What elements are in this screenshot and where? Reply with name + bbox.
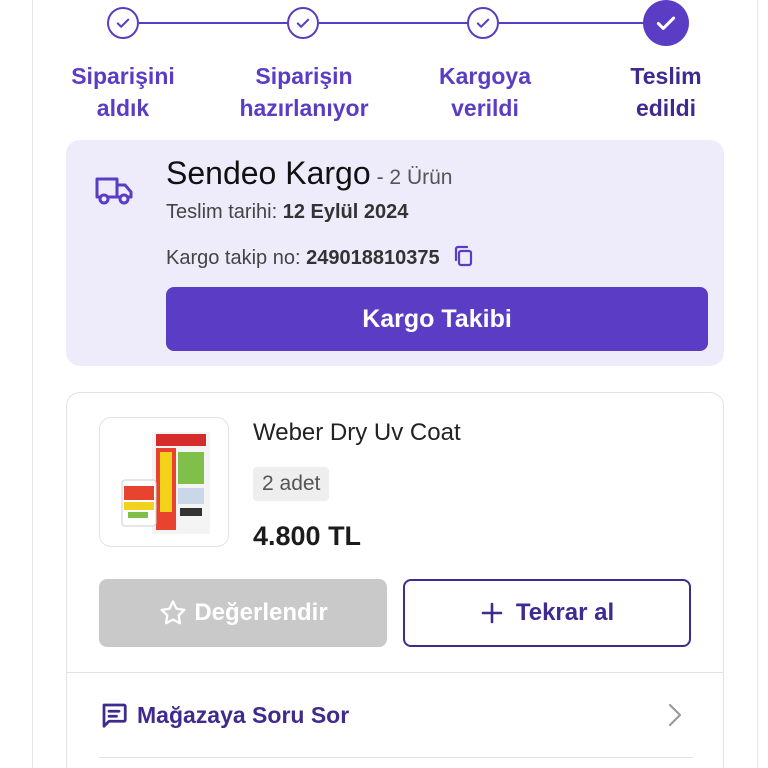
carrier-label: Sendeo Kargo [166, 155, 371, 191]
step-label-line: Siparişin [255, 63, 353, 89]
rate-button-label: Değerlendir [194, 599, 328, 626]
product-price: 4.800 TL [253, 521, 362, 551]
plus-icon [481, 602, 503, 624]
item-count: - 2 Ürün [376, 166, 453, 189]
delivery-date-label: Teslim tarihi: [166, 201, 278, 223]
order-progress-stepper: Siparişini aldık Siparişin hazırlanıyor … [0, 0, 768, 130]
step-label: Siparişini aldık [38, 60, 208, 124]
step-connector [319, 22, 469, 24]
step-label-current: Teslim edildi [581, 60, 751, 124]
step-label-line: hazırlanıyor [239, 95, 369, 121]
delivery-date-row: Teslim tarihi: 12 Eylül 2024 [166, 201, 408, 224]
quantity-badge: 2 adet [253, 467, 330, 501]
copy-icon[interactable] [451, 244, 475, 268]
divider [99, 757, 693, 758]
step-connector [499, 22, 643, 24]
rate-button[interactable]: Değerlendir [99, 579, 387, 647]
truck-icon [95, 177, 133, 205]
star-icon [160, 600, 186, 625]
ask-store-label: Mağazaya Soru Sor [137, 701, 350, 728]
product-thumbnail[interactable] [99, 417, 229, 547]
tracking-row: Kargo takip no: 249018810375 [166, 244, 475, 270]
step-label-line: aldık [96, 95, 150, 121]
delivery-date-value: 12 Eylül 2024 [282, 201, 409, 223]
divider [67, 672, 723, 673]
step-label: Kargoya verildi [400, 60, 570, 124]
tracking-label: Kargo takip no: [166, 247, 301, 269]
carrier-name: Sendeo Kargo - 2 Ürün [166, 155, 452, 192]
step-label-line: edildi [635, 95, 697, 121]
step-check-icon [467, 7, 499, 39]
step-label-line: verildi [451, 95, 519, 121]
tracking-number: 249018810375 [306, 247, 440, 269]
step-check-icon [107, 7, 139, 39]
reorder-button-label: Tekrar al [515, 599, 615, 626]
step-label-line: Siparişini [71, 63, 175, 89]
step-current-check-icon [643, 0, 689, 46]
reorder-button[interactable]: Tekrar al [403, 579, 691, 647]
step-label: Siparişin hazırlanıyor [219, 60, 389, 124]
ask-store-row[interactable]: Mağazaya Soru Sor [99, 689, 693, 741]
message-icon [102, 703, 127, 728]
product-image [121, 432, 210, 534]
step-check-icon [287, 7, 319, 39]
shipment-card: Sendeo Kargo - 2 Ürün Teslim tarihi: 12 E… [66, 140, 724, 366]
step-label-line: Teslim [630, 63, 702, 89]
chevron-right-icon [668, 703, 682, 727]
product-name[interactable]: Weber Dry Uv Coat [253, 419, 461, 447]
step-connector [139, 22, 289, 24]
cargo-tracking-button[interactable]: Kargo Takibi [166, 287, 708, 351]
step-label-line: Kargoya [438, 63, 532, 89]
product-card: Weber Dry Uv Coat 2 adet 4.800 TL Değerl… [66, 392, 724, 768]
